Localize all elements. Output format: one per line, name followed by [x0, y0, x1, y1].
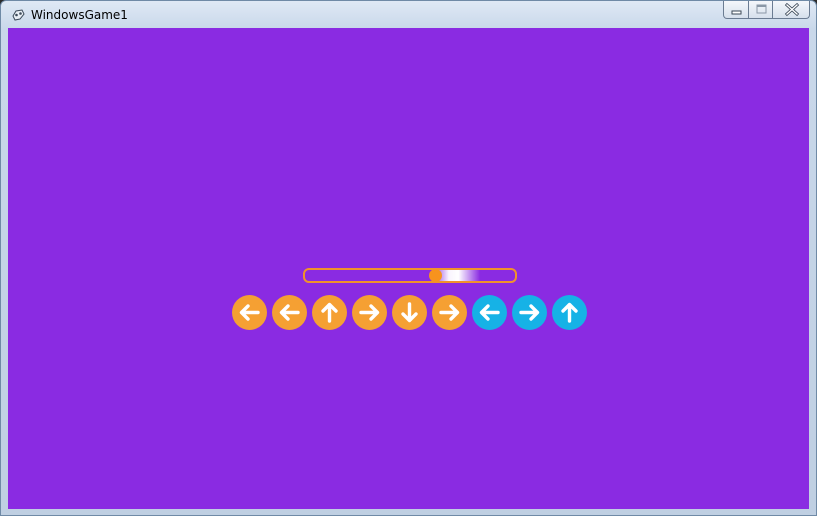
arrow-up-icon [551, 295, 587, 330]
arrow-right-icon [351, 295, 387, 330]
maximize-button[interactable] [748, 1, 773, 19]
game-canvas[interactable] [8, 28, 809, 509]
arrow-right-icon [431, 295, 467, 330]
minimize-icon [731, 10, 742, 15]
arrow-left-icon [231, 295, 267, 330]
song-progress-bar [303, 268, 517, 283]
close-button[interactable] [772, 1, 810, 19]
arrow-down-icon [391, 295, 427, 330]
arrow-up-icon [311, 295, 347, 330]
arrow-left-icon [471, 295, 507, 330]
game-window: WindowsGame1 [0, 0, 817, 516]
game-controller-icon [12, 9, 25, 21]
close-icon [784, 2, 800, 17]
arrow-right-icon [511, 295, 547, 330]
title-bar[interactable]: WindowsGame1 [1, 1, 816, 28]
minimize-button[interactable] [723, 1, 749, 19]
arrow-sequence [8, 295, 809, 331]
arrow-left-icon [271, 295, 307, 330]
maximize-icon [756, 4, 767, 14]
window-title: WindowsGame1 [31, 8, 128, 22]
